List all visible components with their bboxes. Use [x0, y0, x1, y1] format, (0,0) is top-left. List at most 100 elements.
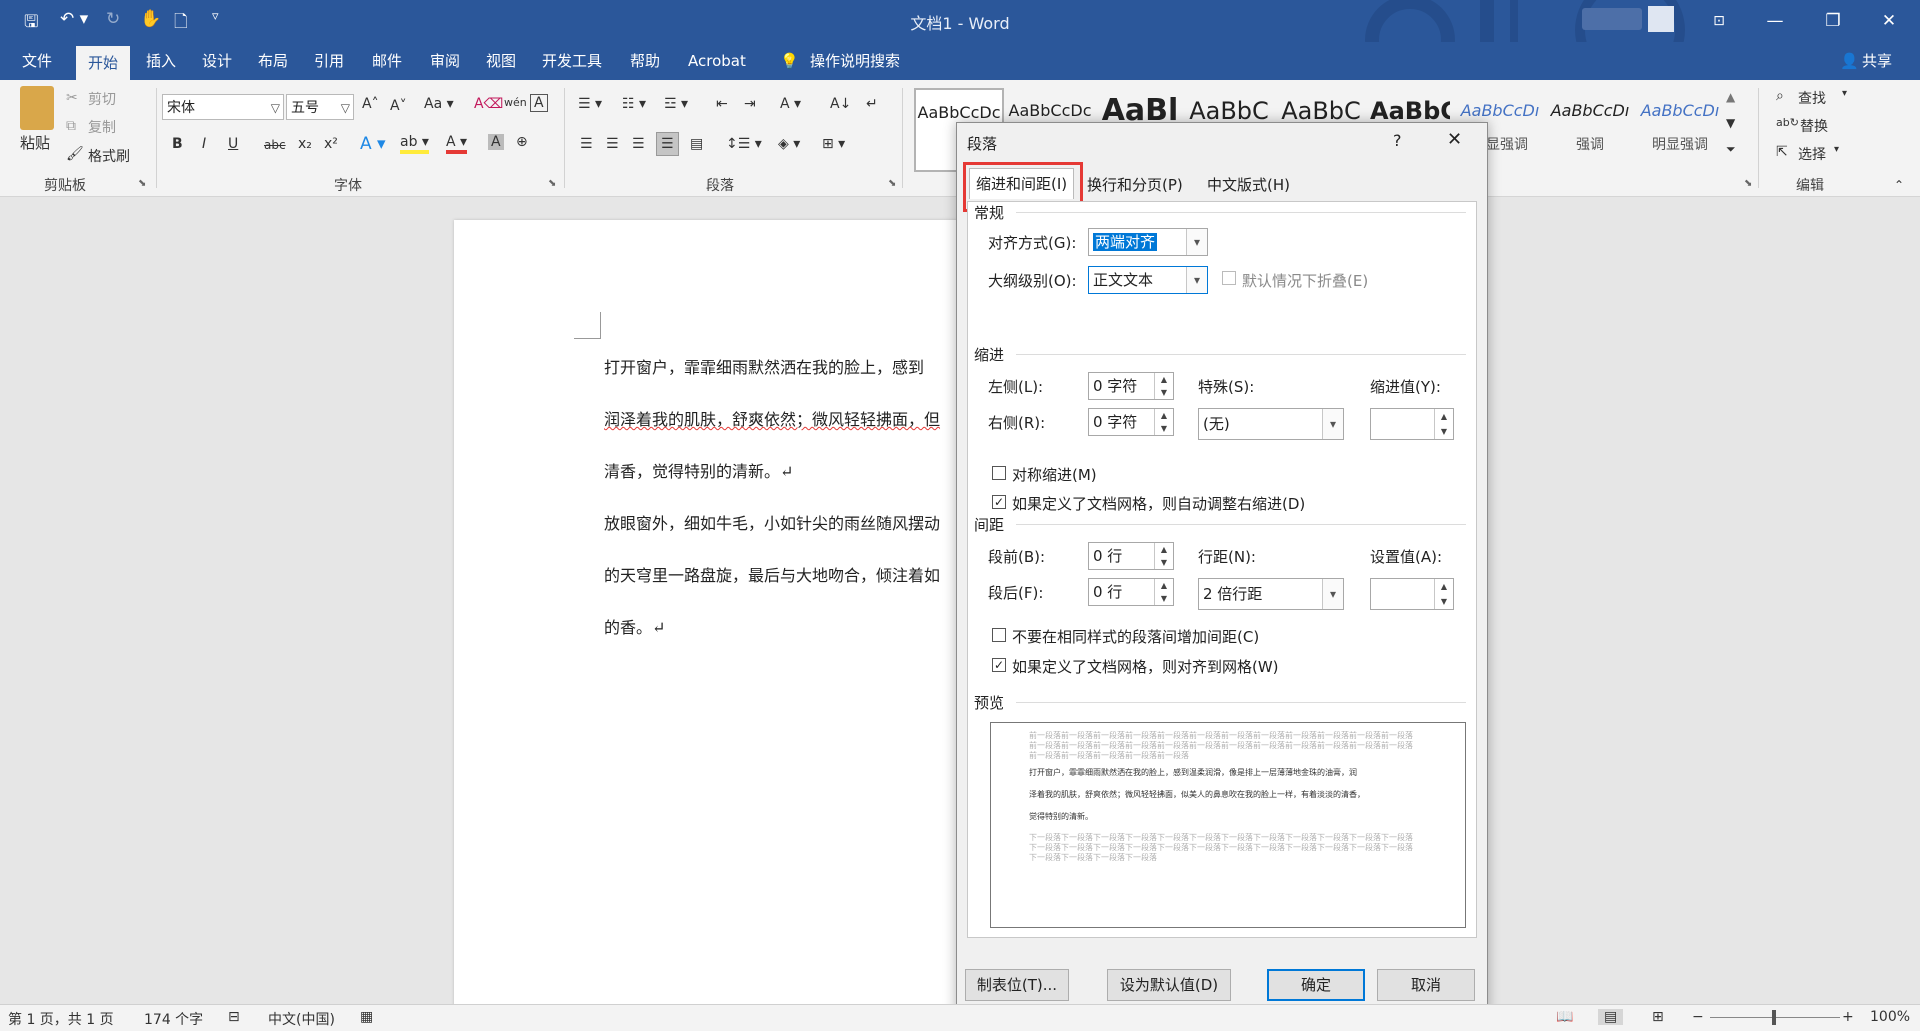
ok-button[interactable]: 确定 — [1267, 969, 1365, 1001]
left-indent-spinner[interactable]: 0 字符 ▲ ▼ — [1088, 372, 1174, 400]
asian-layout-icon[interactable]: A ▾ — [780, 96, 801, 112]
increase-indent-icon[interactable]: ⇥ — [744, 96, 756, 112]
space-after-spinner[interactable]: 0 行 ▲ ▼ — [1088, 578, 1174, 606]
justify-icon[interactable]: ☰ — [656, 132, 679, 156]
italic-button[interactable]: I — [202, 136, 206, 152]
strikethrough-button[interactable]: abc — [264, 138, 286, 152]
font-launcher-icon[interactable]: ⬊ — [548, 178, 556, 189]
zoom-level[interactable]: 100% — [1870, 1009, 1910, 1025]
numbering-icon[interactable]: ☷ ▾ — [622, 96, 646, 112]
styles-scroll-up-icon[interactable]: ▲ — [1726, 90, 1735, 104]
shading-icon[interactable]: ◈ ▾ — [778, 136, 800, 152]
zoom-in-icon[interactable]: + — [1842, 1009, 1854, 1025]
auto-adjust-indent-checkbox[interactable]: ✓ — [992, 495, 1006, 509]
copy-button[interactable]: 复制 — [88, 117, 116, 137]
align-center-icon[interactable]: ☰ — [606, 136, 619, 152]
text-effects-icon[interactable]: A ▾ — [360, 134, 386, 154]
dialog-close-button[interactable]: ✕ — [1447, 129, 1462, 150]
tab-acrobat[interactable]: Acrobat — [688, 42, 746, 80]
tab-line-page-breaks[interactable]: 换行和分页(P) — [1081, 170, 1189, 200]
find-button[interactable]: 查找 — [1798, 88, 1826, 108]
paste-button[interactable]: 粘贴 — [20, 132, 50, 153]
spinner-arrows-icon[interactable]: ▲ ▼ — [1154, 543, 1173, 569]
collapse-checkbox[interactable] — [1222, 271, 1236, 285]
outline-level-select[interactable]: 正文文本 ▾ — [1088, 266, 1208, 294]
tab-home[interactable]: 开始 — [76, 46, 131, 80]
style-emphasis[interactable]: AaBbCcDı 强调 — [1546, 88, 1634, 168]
underline-button[interactable]: U — [228, 136, 238, 152]
set-default-button[interactable]: 设为默认值(D) — [1107, 969, 1231, 1001]
sort-icon[interactable]: A↓ — [830, 96, 851, 112]
alignment-select[interactable]: 两端对齐 ▾ — [1088, 228, 1208, 256]
page-count[interactable]: 第 1 页，共 1 页 — [8, 1009, 114, 1029]
bullets-icon[interactable]: ☰ ▾ — [578, 96, 602, 112]
distributed-icon[interactable]: ▤ — [690, 136, 703, 152]
tab-asian-typography[interactable]: 中文版式(H) — [1201, 170, 1296, 200]
align-right-icon[interactable]: ☰ — [632, 136, 645, 152]
word-count[interactable]: 174 个字 — [144, 1009, 203, 1029]
borders-icon[interactable]: ⊞ ▾ — [822, 136, 845, 152]
styles-scroll-down-icon[interactable]: ▼ — [1726, 116, 1735, 130]
font-size-combo[interactable]: 五号 ▽ — [286, 94, 354, 120]
macro-record-icon[interactable]: ▦ — [360, 1009, 373, 1025]
spacing-at-spinner[interactable]: ▲ ▼ — [1370, 578, 1454, 610]
change-case-icon[interactable]: Aa ▾ — [424, 96, 454, 112]
multilevel-list-icon[interactable]: ☲ ▾ — [664, 96, 688, 112]
avatar[interactable] — [1648, 6, 1674, 32]
decrease-indent-icon[interactable]: ⇤ — [716, 96, 728, 112]
spinner-arrows-icon[interactable]: ▲ ▼ — [1154, 579, 1173, 605]
tab-layout[interactable]: 布局 — [258, 42, 288, 80]
cancel-button[interactable]: 取消 — [1377, 969, 1475, 1001]
proofing-icon[interactable]: ⊟ — [228, 1009, 240, 1025]
snap-to-grid-checkbox[interactable]: ✓ — [992, 658, 1006, 672]
indent-by-spinner[interactable]: ▲ ▼ — [1370, 408, 1454, 440]
tab-insert[interactable]: 插入 — [146, 42, 176, 80]
phonetic-guide-icon[interactable]: wén — [504, 96, 527, 109]
paste-icon[interactable] — [20, 86, 54, 130]
zoom-slider-thumb[interactable] — [1772, 1010, 1776, 1025]
mirror-indents-checkbox[interactable] — [992, 466, 1006, 480]
line-spacing-select[interactable]: 2 倍行距 ▾ — [1198, 578, 1344, 610]
line-spacing-icon[interactable]: ↕☰ ▾ — [726, 136, 762, 152]
tab-references[interactable]: 引用 — [314, 42, 344, 80]
tell-me-search[interactable]: 操作说明搜索 — [810, 42, 900, 80]
spinner-arrows-icon[interactable]: ▲ ▼ — [1434, 579, 1453, 609]
style-intense-emphasis-2[interactable]: AaBbCcDı 明显强调 — [1636, 88, 1724, 168]
spinner-arrows-icon[interactable]: ▲ ▼ — [1154, 409, 1173, 435]
language-indicator[interactable]: 中文(中国) — [268, 1009, 335, 1029]
styles-launcher-icon[interactable]: ⬊ — [1744, 178, 1752, 189]
replace-button[interactable]: 替换 — [1800, 116, 1828, 136]
restore-button[interactable]: ❐ — [1810, 6, 1856, 36]
print-layout-icon[interactable]: ▤ — [1598, 1009, 1624, 1025]
tabs-button[interactable]: 制表位(T)... — [965, 969, 1069, 1001]
clear-format-icon[interactable]: A⌫ — [474, 96, 503, 112]
zoom-out-icon[interactable]: − — [1692, 1009, 1704, 1025]
superscript-button[interactable]: x² — [324, 136, 338, 152]
shrink-font-icon[interactable]: A˅ — [390, 98, 407, 114]
ribbon-display-options-icon[interactable]: ⊡ — [1696, 6, 1742, 36]
tab-review[interactable]: 审阅 — [430, 42, 460, 80]
char-shading-icon[interactable]: A — [488, 134, 504, 150]
show-marks-icon[interactable]: ↵ — [866, 96, 878, 112]
share-button[interactable]: 共享 — [1862, 42, 1892, 80]
clipboard-launcher-icon[interactable]: ⬊ — [138, 178, 146, 189]
web-layout-icon[interactable]: ⊞ — [1652, 1009, 1664, 1025]
enclose-icon[interactable]: ⊕ — [516, 134, 528, 150]
help-button[interactable]: ? — [1393, 131, 1402, 150]
tab-mailings[interactable]: 邮件 — [372, 42, 402, 80]
no-space-same-style-checkbox[interactable] — [992, 628, 1006, 642]
cut-button[interactable]: 剪切 — [88, 89, 116, 109]
chevron-down-icon[interactable]: ▾ — [1834, 144, 1839, 155]
tab-developer[interactable]: 开发工具 — [542, 42, 602, 80]
chevron-down-icon[interactable]: ▾ — [1842, 88, 1847, 99]
grow-font-icon[interactable]: A˄ — [362, 96, 379, 112]
tab-file[interactable]: 文件 — [22, 42, 52, 80]
right-indent-spinner[interactable]: 0 字符 ▲ ▼ — [1088, 408, 1174, 436]
subscript-button[interactable]: x₂ — [298, 136, 312, 152]
styles-more-icon[interactable]: ⏷ — [1726, 142, 1736, 157]
font-name-combo[interactable]: 宋体 ▽ — [162, 94, 284, 120]
spinner-arrows-icon[interactable]: ▲ ▼ — [1154, 373, 1173, 399]
select-button[interactable]: 选择 — [1798, 144, 1826, 164]
paragraph-launcher-icon[interactable]: ⬊ — [888, 178, 896, 189]
spinner-arrows-icon[interactable]: ▲ ▼ — [1434, 409, 1453, 439]
